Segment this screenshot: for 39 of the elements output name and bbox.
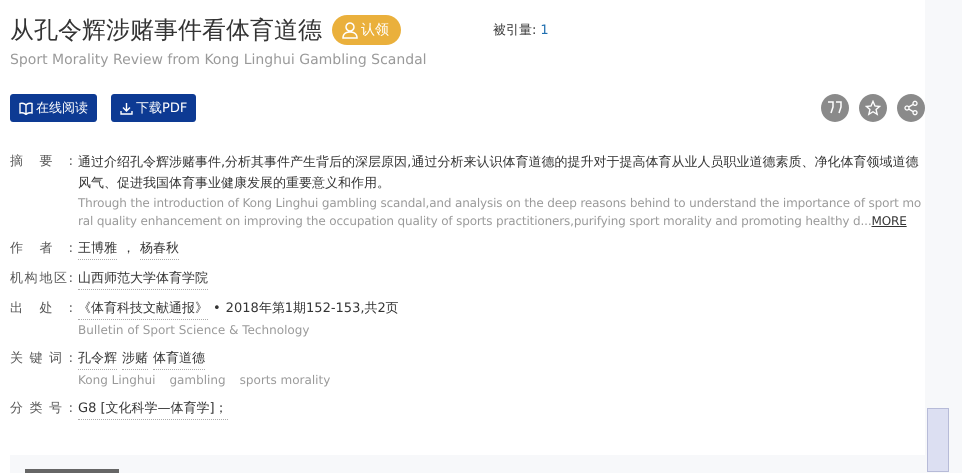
quote-button[interactable] [821, 94, 849, 122]
share-icon [903, 100, 919, 116]
english-abstract: Through the introduction of Kong Linghui gambling scandal,and analysis on the deep reasons behind to understand the importance of sport moral quality enhancement on improving the occupation quality of sports practitioners,purifying sport morality and promoting healthy d...MORE [78, 195, 922, 230]
citation-label: 被引量: [493, 22, 536, 39]
field-label: 作者: [10, 240, 73, 258]
abstract-text: 通过介绍孔令辉涉赌事件,分析其事件产生背后的深层原因,通过分析来认识体育道德的提升对于提高体育从业人员职业道德素质、净化体育领域道德风气、促进我国体育事业健康发展的重要意义和作用。 [78, 154, 920, 193]
article-title: 从孔令辉涉赌事件看体育道德 [10, 15, 322, 46]
english-term: Kong Linghui [78, 372, 156, 389]
read-online-button[interactable]: 在线阅读 [10, 94, 97, 122]
book-icon [19, 102, 33, 114]
more-link[interactable]: MORE [872, 214, 907, 228]
star-icon [865, 100, 881, 116]
person-icon [342, 22, 358, 38]
field-label: 摘要: [10, 153, 73, 171]
citation-count[interactable]: 1 [540, 22, 549, 38]
field-link[interactable]: 《体育科技文献通报》 [78, 299, 208, 320]
field-link[interactable]: G8 [文化科学—体育学]； [78, 399, 228, 420]
field-text: ， [122, 240, 135, 258]
field-text: 2018年第1期152-153,共2页 [226, 300, 399, 318]
english-term: Bulletin of Sport Science & Technology [78, 322, 310, 339]
field-text: • [213, 300, 221, 318]
field-link[interactable]: 王博雅 [78, 239, 117, 260]
field-label: 机构地区: [10, 270, 73, 288]
share-button[interactable] [897, 94, 925, 122]
english-term: gambling [169, 372, 226, 389]
download-icon [120, 102, 133, 114]
star-button[interactable] [859, 94, 887, 122]
field-link[interactable]: 山西师范大学体育学院 [78, 269, 208, 290]
field-link[interactable]: 孔令辉 [78, 349, 117, 370]
field-label: 分类号: [10, 400, 73, 418]
download-pdf-button[interactable]: 下载PDF [111, 94, 196, 122]
field-link[interactable]: 体育道德 [153, 349, 205, 370]
field-link[interactable]: 涉赌 [122, 349, 148, 370]
quote-icon [827, 101, 843, 115]
field-label: 关键词: [10, 350, 73, 368]
field-link[interactable]: 杨春秋 [140, 239, 179, 260]
field-label: 出处: [10, 300, 73, 318]
english-title: Sport Morality Review from Kong Linghui Gambling Scandal [10, 52, 428, 68]
english-term: sports morality [240, 372, 330, 389]
